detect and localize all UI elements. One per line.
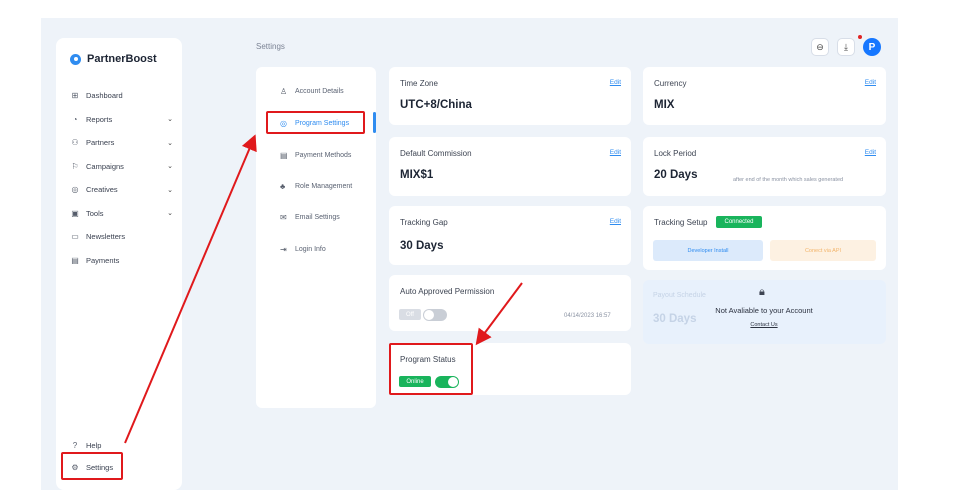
chevron-down-icon[interactable]: ⌄	[166, 139, 174, 147]
tracking-gap-card: Tracking Gap Edit 30 Days	[389, 206, 631, 265]
payments-icon: ▤	[71, 255, 79, 265]
toggle-knob	[424, 310, 434, 320]
avatar[interactable]: P	[863, 38, 881, 56]
edit-tracking-gap-link[interactable]: Edit	[610, 218, 621, 225]
payment-methods-icon: ▤	[280, 150, 288, 160]
sidebar-item-label: Creatives	[86, 185, 118, 195]
menu-item-label: Login Info	[295, 245, 326, 253]
annotation-box-program-settings	[266, 111, 365, 134]
notification-dot	[858, 35, 862, 39]
edit-commission-link[interactable]: Edit	[610, 149, 621, 156]
brand-name: PartnerBoost	[87, 53, 157, 65]
card-title: Default Commission	[400, 149, 472, 158]
breadcrumb: Settings	[256, 42, 285, 51]
menu-item-label: Email Settings	[295, 213, 340, 221]
sidebar-item-label: Help	[86, 440, 102, 450]
menu-item-email-settings[interactable]: ✉ Email Settings	[256, 209, 376, 225]
tools-icon: ▣	[71, 208, 79, 218]
account-icon: ♙	[280, 86, 288, 96]
dashboard-icon: ⊞	[71, 91, 79, 101]
lock-period-card: Lock Period Edit 20 Days after end of th…	[643, 137, 886, 196]
partners-icon: ⚇	[71, 138, 79, 148]
not-available-message: Not Avaliable to your Account	[715, 306, 813, 315]
auto-approved-toggle[interactable]	[423, 309, 447, 321]
sidebar: PartnerBoost ⊞ Dashboard ◔ Reports ⌄ ⚇ P…	[56, 38, 182, 490]
chevron-down-icon[interactable]: ⌄	[166, 115, 174, 123]
tracking-setup-card: Tracking Setup Connected Developer Insta…	[643, 206, 886, 270]
menu-item-login-info[interactable]: ⇥ Login Info	[256, 241, 376, 257]
chevron-down-icon[interactable]: ⌄	[166, 186, 174, 194]
newsletters-icon: ▭	[71, 232, 79, 242]
menu-item-role-management[interactable]: ♣ Role Management	[256, 178, 376, 194]
chevron-down-icon[interactable]: ⌄	[166, 162, 174, 170]
card-title: Auto Approved Permission	[400, 287, 495, 296]
time-zone-value: UTC+8/China	[400, 99, 472, 111]
tracking-gap-value: 30 Days	[400, 240, 444, 252]
creatives-icon: ◎	[71, 185, 79, 195]
sidebar-item-partners[interactable]: ⚇ Partners ⌄	[70, 131, 174, 155]
sidebar-nav: ⊞ Dashboard ◔ Reports ⌄ ⚇ Partners ⌄ ⚐ C…	[70, 84, 174, 272]
payout-schedule-value: 30 Days	[653, 313, 697, 325]
sidebar-item-campaigns[interactable]: ⚐ Campaigns ⌄	[70, 155, 174, 179]
menu-item-label: Role Management	[295, 182, 353, 190]
sidebar-item-newsletters[interactable]: ▭ Newsletters	[70, 225, 174, 249]
auto-approved-card: Auto Approved Permission Off 04/14/2023 …	[389, 275, 631, 331]
edit-time-zone-link[interactable]: Edit	[610, 79, 621, 86]
reports-icon: ◔	[72, 114, 78, 124]
card-title: Lock Period	[654, 149, 697, 158]
partnerboost-logo-icon	[70, 53, 81, 65]
lock-period-value: 20 Days	[654, 169, 698, 181]
role-management-icon: ♣	[280, 181, 286, 191]
brand-logo[interactable]: PartnerBoost	[70, 53, 157, 65]
minus-circle-icon[interactable]: ⊖	[811, 38, 829, 56]
card-title: Currency	[654, 79, 687, 88]
card-title: Payout Schedule	[653, 292, 706, 299]
email-icon: ✉	[280, 212, 287, 222]
developer-install-button[interactable]: Developer Install	[653, 240, 763, 261]
connect-via-api-button[interactable]: Conect via API	[770, 240, 876, 261]
menu-item-label: Account Details	[295, 87, 344, 95]
sidebar-item-label: Newsletters	[86, 232, 126, 242]
card-title: Time Zone	[400, 79, 438, 88]
lock-icon: 🔒︎	[759, 286, 765, 298]
chevron-down-icon[interactable]: ⌄	[166, 209, 174, 217]
payout-schedule-card: Payout Schedule 30 Days 🔒︎ Not Avaliable…	[643, 280, 886, 344]
sidebar-item-label: Dashboard	[86, 91, 123, 101]
sidebar-item-tools[interactable]: ▣ Tools ⌄	[70, 202, 174, 226]
sidebar-item-dashboard[interactable]: ⊞ Dashboard	[70, 84, 174, 108]
menu-item-payment-methods[interactable]: ▤ Payment Methods	[256, 147, 376, 163]
download-icon[interactable]: ⤓	[837, 38, 855, 56]
currency-value: MIX	[654, 99, 675, 111]
default-commission-value: MIX$1	[400, 169, 434, 181]
annotation-box-settings	[61, 452, 123, 480]
annotation-box-program-status	[389, 343, 473, 395]
card-title: Tracking Gap	[400, 218, 448, 227]
header-actions: ⊖ ⤓ P	[811, 38, 881, 56]
help-icon: ?	[72, 440, 78, 450]
sidebar-item-label: Partners	[86, 138, 115, 148]
menu-item-label: Payment Methods	[295, 151, 352, 159]
default-commission-card: Default Commission Edit MIX$1	[389, 137, 631, 196]
currency-card: Currency Edit MIX	[643, 67, 886, 125]
time-zone-card: Time Zone Edit UTC+8/China	[389, 67, 631, 125]
auto-approved-status: Off	[399, 309, 421, 320]
card-title: Tracking Setup	[654, 218, 708, 227]
sidebar-item-label: Tools	[86, 208, 104, 218]
sidebar-item-payments[interactable]: ▤ Payments	[70, 249, 174, 273]
sidebar-item-label: Campaigns	[86, 161, 124, 171]
connected-badge: Connected	[716, 216, 762, 228]
campaigns-icon: ⚐	[71, 161, 79, 171]
edit-currency-link[interactable]: Edit	[865, 79, 876, 86]
menu-item-account-details[interactable]: ♙ Account Details	[256, 83, 376, 99]
sidebar-item-label: Payments	[86, 255, 120, 265]
sidebar-item-creatives[interactable]: ◎ Creatives ⌄	[70, 178, 174, 202]
contact-us-link[interactable]: Contact Us	[734, 322, 794, 328]
auto-approved-timestamp: 04/14/2023 16:57	[564, 313, 611, 319]
login-icon: ⇥	[280, 244, 287, 254]
sidebar-item-label: Reports	[86, 114, 113, 124]
sidebar-item-reports[interactable]: ◔ Reports ⌄	[70, 108, 174, 132]
edit-lock-period-link[interactable]: Edit	[865, 149, 876, 156]
lock-period-note: after end of the month which sales gener…	[733, 177, 844, 183]
active-menu-indicator	[373, 112, 376, 133]
